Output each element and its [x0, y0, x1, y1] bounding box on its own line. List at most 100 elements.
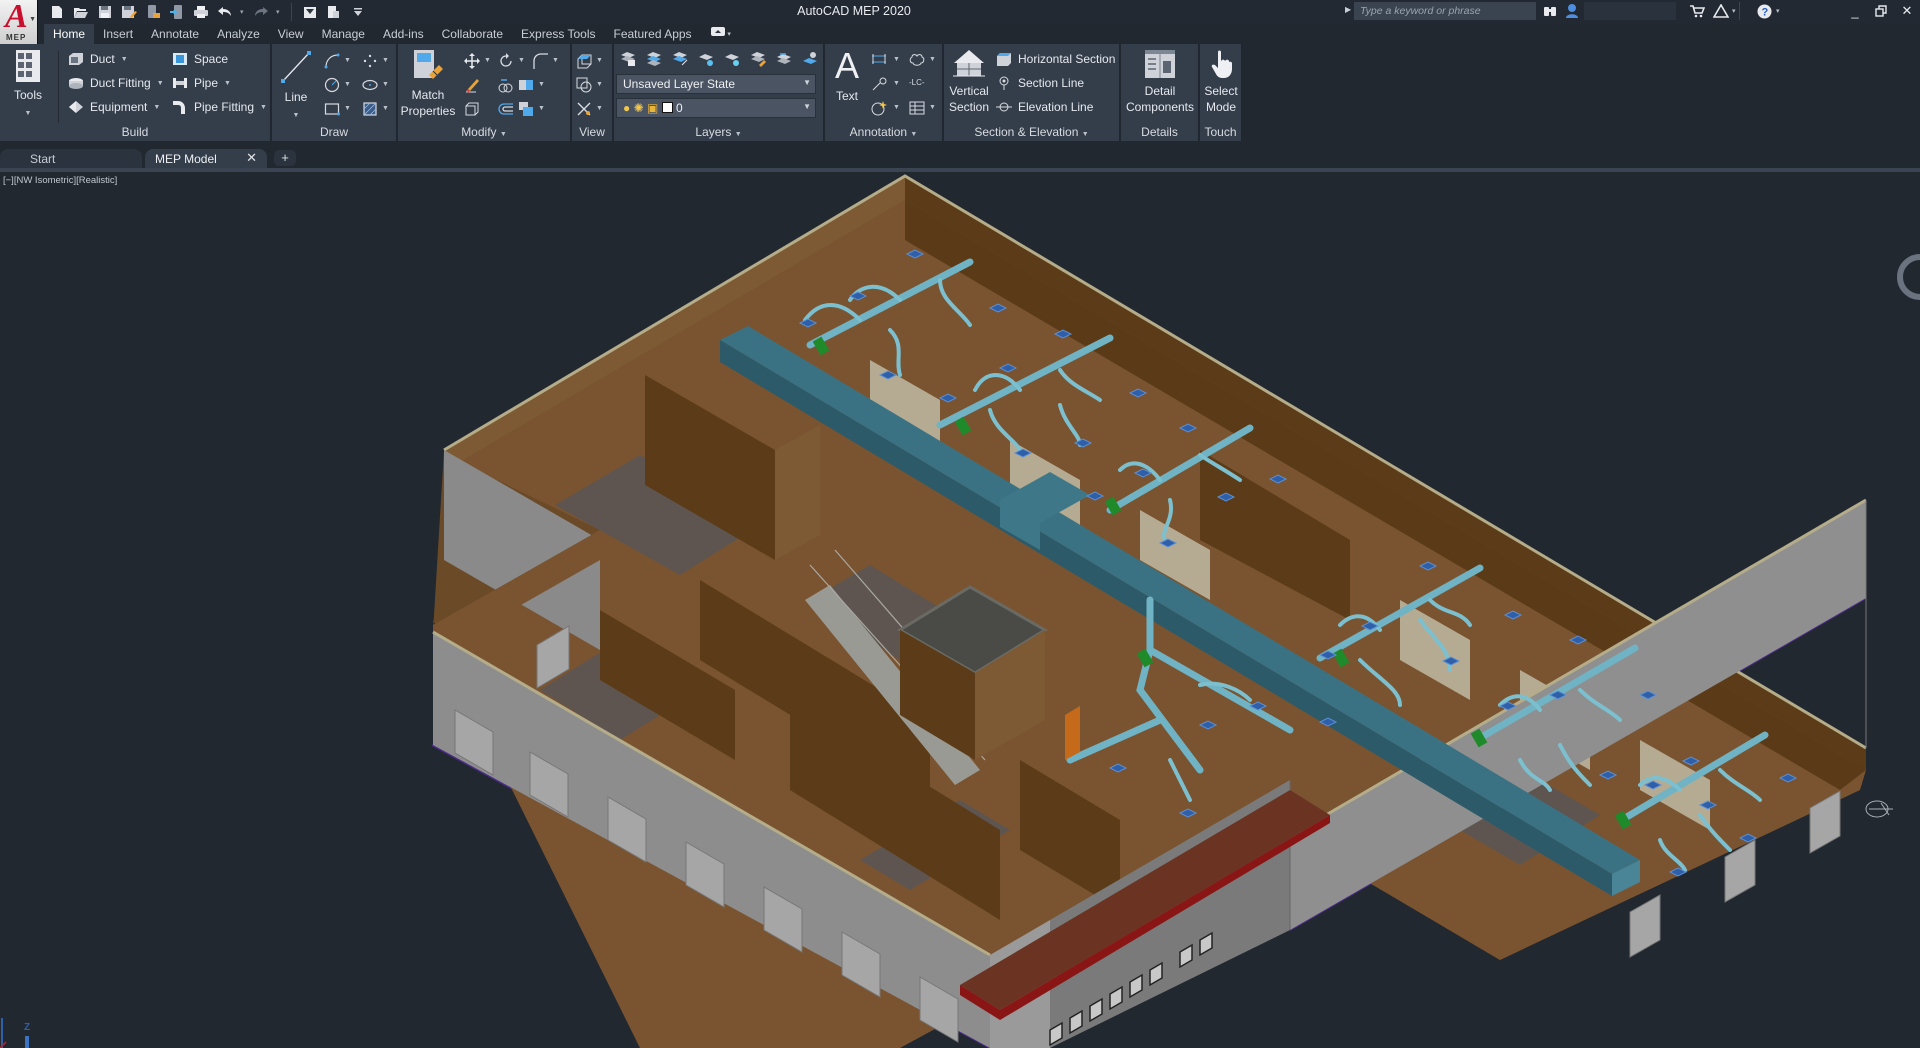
tag-icon[interactable]	[871, 100, 887, 116]
tab-featured-apps[interactable]: Featured Apps	[605, 24, 701, 44]
equipment-button[interactable]: Equipment ▼	[68, 97, 160, 117]
help-icon[interactable]: ? ▾	[1757, 2, 1780, 20]
panel-view: ▼ ▼ ▼ View	[572, 44, 613, 141]
detail-components-button[interactable]: Detail Components	[1124, 49, 1196, 115]
pipe-button[interactable]: Pipe ▼	[172, 73, 231, 93]
minimize-icon[interactable]: _	[1842, 1, 1868, 21]
layer-previous-icon[interactable]	[776, 51, 792, 67]
ellipse-icon[interactable]	[362, 77, 378, 93]
horizontal-section-button[interactable]: Horizontal Section	[996, 49, 1115, 69]
tab-manage[interactable]: Manage	[313, 24, 374, 44]
layer-match-icon[interactable]	[646, 51, 662, 67]
tab-home[interactable]: Home	[44, 24, 95, 44]
elevation-line-icon	[996, 102, 1012, 112]
offset-icon[interactable]	[498, 101, 514, 117]
panel-section-elevation: Vertical Section Horizontal Section Secti…	[944, 44, 1120, 141]
app-badge: MEP	[6, 33, 27, 42]
panel-label-section-elevation[interactable]: Section & Elevation ▼	[944, 125, 1119, 141]
tab-add-ins[interactable]: Add-ins	[374, 24, 433, 44]
tab-express-tools[interactable]: Express Tools	[512, 24, 604, 44]
vertical-section-icon	[953, 50, 985, 77]
expand-search-icon[interactable]: ▶	[1345, 5, 1351, 14]
panel-annotation: A Text ▼ ▼ ▼ -LC- ▼ ▼ Annotation ▼	[825, 44, 943, 141]
tab-view[interactable]: View	[269, 24, 313, 44]
circle-icon[interactable]	[324, 77, 340, 93]
user-account-icon[interactable]	[1565, 2, 1579, 20]
tab-insert[interactable]: Insert	[94, 24, 142, 44]
layer-state-dropdown[interactable]: Unsaved Layer State ▼	[616, 74, 816, 94]
arc-icon[interactable]	[324, 53, 340, 69]
dimension-icon[interactable]	[871, 52, 887, 68]
sign-in-field[interactable]	[1584, 2, 1676, 20]
panel-label-annotation[interactable]: Annotation ▼	[825, 125, 942, 141]
restore-icon[interactable]	[1868, 1, 1894, 21]
tools-label: Tools	[13, 88, 42, 102]
copy-icon[interactable]	[498, 77, 514, 93]
close-icon[interactable]: ✕	[1894, 1, 1920, 21]
tools-button[interactable]: Tools ▼	[8, 49, 48, 122]
panel-layers: Unsaved Layer State ▼ ● ✺ ▣ 0 ▼ Layers ▼	[614, 44, 824, 141]
new-tab-button[interactable]: +	[274, 150, 296, 166]
search-binoculars-icon[interactable]	[1543, 2, 1557, 20]
line-icon	[281, 51, 311, 83]
move-icon[interactable]	[464, 53, 480, 69]
stretch-icon[interactable]	[464, 101, 480, 117]
autodesk-app-store-icon[interactable]	[1689, 2, 1705, 20]
duct-fitting-button[interactable]: Duct Fitting ▼	[68, 73, 164, 93]
array-icon[interactable]	[518, 101, 534, 117]
visual-style-icon[interactable]	[576, 77, 592, 93]
rotate-icon[interactable]	[498, 53, 514, 69]
rectangle-icon[interactable]	[324, 101, 340, 117]
close-tab-icon[interactable]: ✕	[246, 150, 257, 166]
viewcube-icon[interactable]	[1895, 252, 1920, 302]
elevation-line-button[interactable]: Elevation Line	[996, 97, 1093, 117]
space-button[interactable]: Space	[172, 49, 228, 69]
panel-label-modify[interactable]: Modify ▼	[398, 125, 570, 141]
section-line-button[interactable]: Section Line	[996, 73, 1084, 93]
tab-collaborate[interactable]: Collaborate	[433, 24, 512, 44]
mirror-icon[interactable]	[518, 77, 534, 93]
pipe-fitting-button[interactable]: Pipe Fitting ▼	[172, 97, 267, 117]
leader-icon[interactable]	[871, 76, 887, 92]
tab-analyze[interactable]: Analyze	[208, 24, 269, 44]
layer-lock-icon[interactable]	[750, 51, 766, 67]
line-button[interactable]: Line ▼	[276, 49, 316, 124]
panel-label-layers[interactable]: Layers ▼	[614, 125, 823, 141]
layer-freeze-icon[interactable]	[698, 51, 714, 67]
layer-dropdown[interactable]: ● ✺ ▣ 0 ▼	[616, 98, 816, 118]
fillet-icon[interactable]	[532, 53, 548, 69]
hatch-icon[interactable]	[362, 101, 378, 117]
layer-change-icon[interactable]	[672, 51, 688, 67]
ribbon-display-toggle[interactable]: ▾	[710, 24, 731, 44]
view-cube-icon[interactable]	[576, 53, 592, 69]
doc-tab-start[interactable]: Start	[0, 149, 142, 168]
doc-tab-mep-model[interactable]: MEP Model ✕	[145, 149, 267, 168]
autodesk-a360-icon[interactable]: ▾	[1713, 2, 1736, 20]
text-button[interactable]: A Text	[827, 48, 867, 104]
navigation-icon[interactable]	[576, 101, 592, 117]
point-icon[interactable]	[362, 53, 378, 69]
table-icon[interactable]	[909, 100, 925, 116]
tab-annotate[interactable]: Annotate	[142, 24, 208, 44]
navigation-bar-icon[interactable]	[1863, 797, 1899, 823]
search-input[interactable]: Type a keyword or phrase	[1354, 2, 1536, 20]
select-mode-button[interactable]: Select Mode	[1200, 49, 1242, 115]
match-properties-button[interactable]: Match Properties	[400, 49, 456, 119]
panel-details: Detail Components Details	[1121, 44, 1199, 141]
vertical-section-button[interactable]: Vertical Section	[946, 49, 992, 115]
erase-icon[interactable]	[464, 77, 480, 93]
equipment-icon	[69, 101, 83, 113]
layer-unlock-icon: ▣	[647, 101, 659, 115]
building-3d-model[interactable]	[0, 172, 1920, 1048]
duct-button[interactable]: Duct ▼	[68, 49, 128, 69]
space-icon	[173, 53, 187, 65]
layer-off-icon[interactable]	[724, 51, 740, 67]
drawing-viewport[interactable]: [−][NW Isometric][Realistic] Z	[0, 172, 1920, 1048]
panel-build: Tools ▼ Duct ▼ Duct Fitting ▼ Equipment ▼ Sp…	[0, 44, 271, 141]
layer-isolate-icon[interactable]	[802, 51, 818, 67]
revision-cloud-icon[interactable]	[909, 52, 925, 68]
detail-components-icon	[1145, 50, 1175, 78]
layer-properties-icon[interactable]	[620, 51, 636, 67]
panel-label-details: Details	[1141, 125, 1178, 139]
layer-key-label[interactable]: -LC-	[909, 78, 925, 87]
